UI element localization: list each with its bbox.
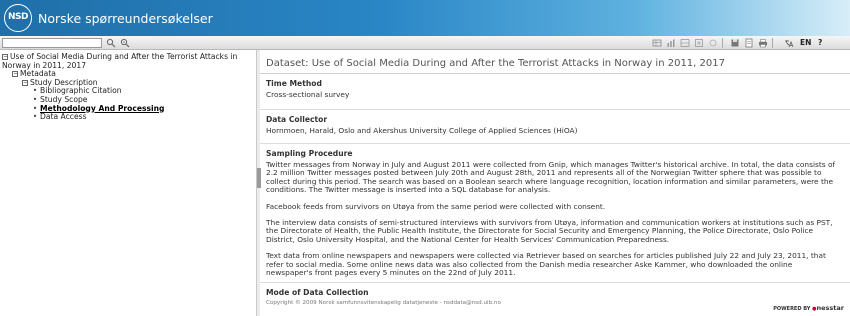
divider — [260, 282, 850, 283]
section-sampling-procedure: Sampling Procedure Twitter messages from… — [266, 149, 838, 285]
collapse-icon[interactable]: − — [2, 54, 8, 60]
search-advanced-icon[interactable] — [120, 38, 130, 48]
section-value: Twitter messages from Norway in July and… — [266, 160, 838, 278]
section-data-collector: Data Collector Hornmoen, Harald, Oslo an… — [266, 115, 838, 135]
section-value: Cross-sectional survey — [266, 90, 350, 99]
table-icon[interactable] — [652, 38, 662, 48]
collapse-icon[interactable]: − — [22, 79, 28, 86]
main-content: Dataset: Use of Social Media During and … — [260, 50, 850, 316]
toolbar: EN ? — [0, 36, 850, 50]
tabulate-icon[interactable] — [680, 38, 690, 48]
tree-root[interactable]: − Use of Social Media During and After th… — [2, 52, 252, 70]
powered-by: POWERED BY ●nesstar — [773, 304, 844, 312]
language-label[interactable]: EN — [800, 38, 811, 48]
weight-icon[interactable] — [708, 38, 718, 48]
paragraph: Facebook feeds from survivors on Utøya f… — [266, 201, 606, 211]
powered-by-prefix: POWERED BY — [773, 306, 811, 312]
section-mode-of-collection: Mode of Data Collection — [266, 288, 838, 297]
language-icon[interactable] — [784, 38, 794, 48]
nsd-logo[interactable]: NSD — [4, 4, 32, 32]
section-label: Mode of Data Collection — [266, 288, 369, 297]
page-title: Dataset: Use of Social Media During and … — [266, 58, 725, 69]
subset-icon[interactable] — [694, 38, 704, 48]
document-icon[interactable] — [744, 38, 754, 48]
collapse-icon[interactable]: − — [12, 71, 18, 78]
divider — [260, 109, 850, 110]
paragraph: Twitter messages from Norway in July and… — [266, 160, 836, 195]
copyright-footer: Copyright © 2009 Norsk samfunnsvitenskap… — [266, 300, 501, 306]
chart-icon[interactable] — [666, 38, 676, 48]
section-time-method: Time Method Cross-sectional survey — [266, 79, 838, 99]
paragraph: The interview data consists of semi-stru… — [266, 218, 833, 244]
app-header: NSD Norske spørreundersøkelser — [0, 0, 850, 36]
divider — [260, 143, 850, 144]
toolbar-separator — [772, 38, 773, 48]
section-label: Data Collector — [266, 115, 328, 124]
help-button[interactable]: ? — [818, 38, 822, 48]
tree-item-data-access[interactable]: • Data Access — [2, 112, 252, 122]
nesstar-brand: nesstar — [816, 304, 844, 312]
app-title: Norske spørreundersøkelser — [38, 11, 213, 26]
search-icon[interactable] — [106, 38, 116, 48]
navigation-tree-panel: − Use of Social Media During and After th… — [0, 50, 256, 316]
tree-item-label[interactable]: Data Access — [40, 112, 87, 121]
divider — [260, 73, 850, 74]
save-icon[interactable] — [730, 38, 740, 48]
toolbar-separator — [722, 38, 723, 48]
bullet-icon: • — [32, 112, 38, 122]
print-icon[interactable] — [758, 38, 768, 48]
section-label: Time Method — [266, 79, 322, 88]
search-input[interactable] — [2, 38, 102, 48]
tree-root-label[interactable]: Use of Social Media During and After the… — [2, 52, 237, 70]
paragraph: Text data from online newspapers and new… — [266, 251, 826, 278]
section-label: Sampling Procedure — [266, 149, 353, 158]
section-value: Hornmoen, Harald, Oslo and Akershus Univ… — [266, 126, 578, 135]
navigation-tree: − Use of Social Media During and After th… — [2, 52, 252, 122]
